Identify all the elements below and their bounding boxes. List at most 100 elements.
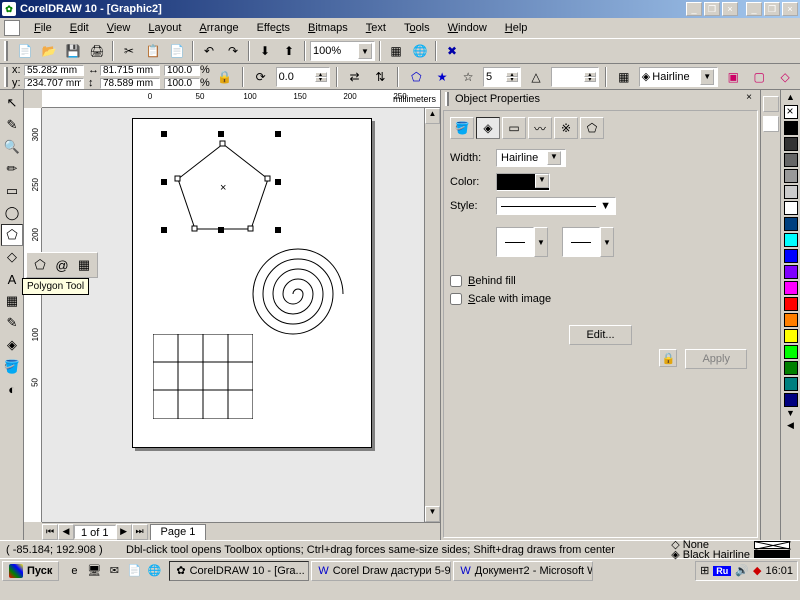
paste-button[interactable]: 📄 [166,40,188,62]
export-button[interactable]: ⬆ [278,40,300,62]
menu-text[interactable]: Text [358,20,394,36]
tab-outline[interactable]: ◈ [476,117,500,139]
docker-grip[interactable] [445,92,449,106]
tab-curve[interactable]: 〰 [528,117,552,139]
docker-titlebar[interactable]: Object Properties × [441,90,760,108]
color-swatch[interactable] [784,217,798,231]
tray-icon[interactable]: ⊞ [700,564,709,577]
ql-outlook-icon[interactable]: ✉ [105,562,123,580]
to-back-button[interactable]: ▢ [748,66,770,88]
zoom-combo[interactable]: ▼ [310,41,375,61]
next-page-button[interactable]: ▶ [116,524,132,540]
color-swatch[interactable] [784,329,798,343]
pick-tool[interactable]: ↖ [1,92,23,114]
end-arrow-combo[interactable] [562,227,600,257]
first-page-button[interactable]: ⏮ [42,524,58,540]
star-mode-button[interactable]: ★ [431,66,453,88]
outline-color-swatch[interactable]: ▼ [496,173,550,191]
color-swatch[interactable] [784,201,798,215]
flyout-graph-tool[interactable]: ▦ [74,255,94,275]
task-button[interactable]: WДокумент2 - Microsoft W... [453,561,593,581]
text-tool[interactable]: A [1,268,23,290]
import-button[interactable]: ⬇ [254,40,276,62]
color-swatch[interactable] [784,153,798,167]
start-button[interactable]: Пуск [2,561,59,581]
canvas-viewport[interactable]: × [42,108,440,522]
menu-edit[interactable]: Edit [62,20,97,36]
color-swatch[interactable] [784,233,798,247]
minimize-button[interactable]: _ [746,2,762,16]
to-front-button[interactable]: ▣ [722,66,744,88]
basic-shapes-tool[interactable]: ◇ [1,246,23,268]
open-button[interactable]: 📂 [38,40,60,62]
interactive-fill-tool[interactable]: ▦ [1,290,23,312]
scale-with-image-checkbox[interactable] [450,293,462,305]
interactive-tool[interactable]: ◐ [1,378,23,400]
print-button[interactable]: 🖨 [86,40,108,62]
scrollbar-horizontal[interactable]: ⏮ ◀ 1 of 1 ▶ ⏭ Page 1 [42,522,440,540]
docker-tab-1[interactable] [763,96,779,112]
palette-up-button[interactable]: ▲ [786,92,795,104]
ruler-horizontal[interactable]: 0 50 100 150 200 250 millimeters [42,90,440,108]
ql-app-icon[interactable]: 📄 [125,562,143,580]
menu-bitmaps[interactable]: Bitmaps [300,20,356,36]
menu-window[interactable]: Window [440,20,495,36]
ql-ie-icon[interactable]: e [65,562,83,580]
prev-page-button[interactable]: ◀ [58,524,74,540]
wrap-button[interactable]: ▦ [613,66,635,88]
lock-ratio-button[interactable]: 🔒 [214,66,236,88]
menu-help[interactable]: Help [497,20,536,36]
y-input[interactable] [24,78,84,89]
eyedropper-tool[interactable]: ✎ [1,312,23,334]
outline-width-combo[interactable]: Hairline▼ [496,149,566,167]
color-swatch[interactable] [784,121,798,135]
convert-curves-button[interactable]: ◇ [774,66,796,88]
rectangle-tool[interactable]: ▭ [1,180,23,202]
color-swatch[interactable] [784,169,798,183]
dropdown-icon[interactable]: ▼ [358,43,372,59]
corel-online-button[interactable]: 🌐 [409,40,431,62]
color-swatch[interactable] [784,281,798,295]
fill-tool[interactable]: 🪣 [1,356,23,378]
shape-tool[interactable]: ✎ [1,114,23,136]
clock[interactable]: 16:01 [765,565,793,577]
save-button[interactable]: 💾 [62,40,84,62]
angle-input[interactable]: ▴▾ [276,67,330,87]
mdi-close-button[interactable]: × [722,2,738,16]
flyout-spiral-tool[interactable]: @ [52,255,72,275]
color-swatch[interactable] [784,297,798,311]
tray-icon[interactable]: 🔊 [735,564,749,577]
menu-tools[interactable]: Tools [396,20,438,36]
app-launcher-button[interactable]: ▦ [385,40,407,62]
menu-view[interactable]: View [99,20,139,36]
color-swatch[interactable] [784,393,798,407]
color-swatch[interactable] [784,265,798,279]
tab-fill[interactable]: 🪣 [450,117,474,139]
tab-polygon[interactable]: ⬠ [580,117,604,139]
outline-swatch-indicator[interactable] [754,550,790,558]
tab-rectangle[interactable]: ▭ [502,117,526,139]
polygon-mode-button[interactable]: ⬠ [405,66,427,88]
x-input[interactable] [24,65,84,76]
mirror-h-button[interactable]: ⇄ [344,66,366,88]
edit-button[interactable]: Edit... [569,325,631,345]
freehand-tool[interactable]: ✏ [1,158,23,180]
menu-arrange[interactable]: Arrange [191,20,246,36]
scale-y-input[interactable] [164,78,200,89]
task-button[interactable]: WCorel Draw дастури 5-9 - ... [311,561,451,581]
lock-button[interactable]: 🔒 [659,349,677,367]
mirror-v-button[interactable]: ⇅ [369,66,391,88]
ql-app-icon[interactable]: 🌐 [145,562,163,580]
menu-layout[interactable]: Layout [140,20,189,36]
whatsthis-button[interactable]: ✖ [441,40,463,62]
mdi-icon[interactable] [4,20,20,36]
undo-button[interactable]: ↶ [198,40,220,62]
polygon-tool[interactable]: ⬠ [1,224,23,246]
color-swatch[interactable] [784,361,798,375]
color-swatch[interactable] [784,137,798,151]
ql-desktop-icon[interactable]: 🖥 [85,562,103,580]
outline-tool[interactable]: ◈ [1,334,23,356]
mdi-minimize-button[interactable]: _ [686,2,702,16]
width-input[interactable] [100,65,160,76]
palette-flyout-button[interactable]: ◀ [787,420,794,432]
